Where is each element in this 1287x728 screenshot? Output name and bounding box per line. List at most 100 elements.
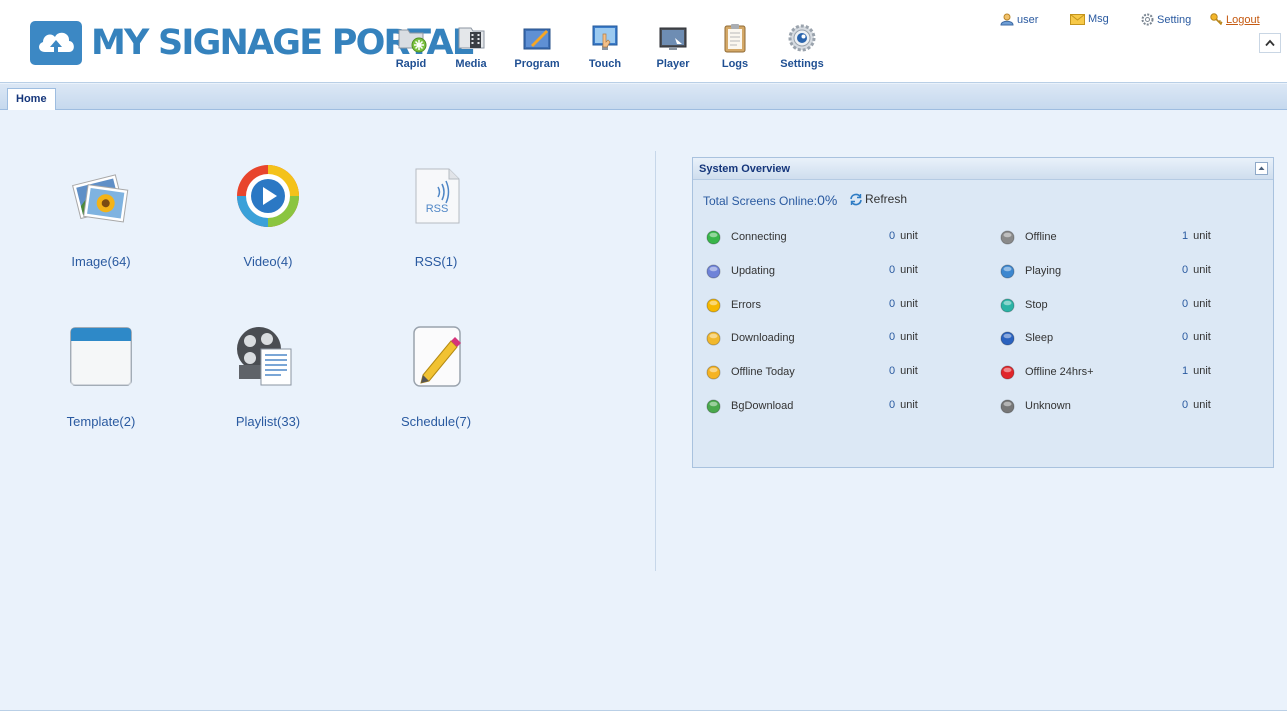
status-label: Downloading: [731, 332, 795, 344]
stop-icon: [1000, 298, 1015, 312]
video-icon: [237, 165, 299, 227]
status-label: Connecting: [731, 231, 787, 243]
vertical-divider: [655, 151, 656, 571]
tab-bar: Home: [0, 84, 1287, 110]
status-count-unit: unit: [1193, 298, 1211, 310]
status-row: Downloading: [706, 330, 795, 346]
status-label: Offline 24hrs+: [1025, 366, 1094, 378]
status-row: Offline 24hrs+: [1000, 364, 1094, 380]
module-grid: Image(64) Video(4) RSS RSS(1) Template(2…: [0, 111, 655, 711]
status-count-unit: unit: [900, 331, 918, 343]
triangle-up-icon: [1258, 166, 1265, 170]
status-label: Stop: [1025, 299, 1048, 311]
image-icon: [72, 174, 129, 223]
panel-header: System Overview: [693, 158, 1273, 180]
status-count: 0 unit: [889, 365, 918, 377]
template-icon: [70, 327, 132, 386]
nav-settings[interactable]: Settings: [770, 20, 834, 74]
offline-icon: [1000, 230, 1015, 244]
nav-player-label: Player: [656, 58, 690, 70]
panel-title: System Overview: [699, 163, 791, 175]
grid-item-rss[interactable]: RSS RSS(1): [376, 161, 496, 269]
nav-rapid-label: Rapid: [395, 58, 427, 70]
nav-touch[interactable]: Touch: [573, 20, 637, 74]
status-count-unit: unit: [900, 365, 918, 377]
collapse-header-button[interactable]: [1259, 33, 1281, 53]
setting-label: Setting: [1157, 13, 1192, 26]
refresh-button[interactable]: Refresh: [849, 192, 907, 206]
status-row: Playing: [1000, 263, 1061, 279]
status-row: Stop: [1000, 297, 1048, 313]
status-label: Sleep: [1025, 332, 1054, 344]
status-count: 0 unit: [889, 298, 918, 310]
grid-item-image[interactable]: Image(64): [41, 161, 161, 269]
logout-label: Logout: [1226, 13, 1260, 26]
status-row: Updating: [706, 263, 775, 279]
screens-online-percent: 0%: [817, 192, 838, 208]
grid-label-video: Video(4): [243, 254, 293, 269]
schedule-icon: [413, 326, 461, 387]
status-count-value: 0: [1182, 399, 1189, 411]
bgdownload-icon: [706, 399, 721, 413]
status-row: Errors: [706, 297, 761, 313]
tab-home[interactable]: Home: [7, 88, 56, 110]
status-count-unit: unit: [900, 298, 918, 310]
status-count: 0 unit: [1182, 298, 1211, 310]
nav-touch-label: Touch: [588, 58, 622, 70]
key-icon: [1210, 13, 1223, 26]
nav-logs[interactable]: Logs: [703, 20, 767, 74]
status-count: 0 unit: [889, 230, 918, 242]
connecting-icon: [706, 230, 721, 244]
grid-label-image: Image(64): [71, 254, 131, 269]
status-count-unit: unit: [900, 230, 918, 242]
status-count: 0 unit: [1182, 331, 1211, 343]
grid-item-schedule[interactable]: Schedule(7): [376, 321, 496, 429]
status-row: Offline Today: [706, 364, 795, 380]
status-count-value: 0: [889, 331, 896, 343]
setting-link[interactable]: Setting: [1141, 13, 1191, 26]
screens-online-label: Total Screens Online:: [703, 194, 818, 208]
player-icon: [659, 27, 687, 50]
grid-item-playlist[interactable]: Playlist(33): [208, 321, 328, 429]
logout-link[interactable]: Logout: [1210, 13, 1260, 26]
status-count-value: 0: [1182, 298, 1189, 310]
nav-media-label: Media: [455, 58, 487, 70]
status-count-value: 1: [1182, 230, 1189, 242]
status-count: 0 unit: [889, 399, 918, 411]
header: MY SIGNAGE PORTAL Rapid Media Program To…: [0, 0, 1287, 83]
logs-icon: [724, 24, 746, 53]
status-label: Errors: [731, 299, 761, 311]
status-row: Sleep: [1000, 330, 1053, 346]
collapse-panel-button[interactable]: [1255, 162, 1268, 175]
status-count-unit: unit: [1193, 399, 1211, 411]
status-count: 0 unit: [889, 331, 918, 343]
refresh-icon: [850, 193, 862, 205]
status-count-unit: unit: [900, 264, 918, 276]
msg-link[interactable]: Msg: [1070, 13, 1109, 25]
status-count-unit: unit: [1193, 331, 1211, 343]
status-count: 1 unit: [1182, 365, 1211, 377]
system-overview-panel: System Overview Total Screens Online:0% …: [692, 157, 1274, 468]
nav-rapid[interactable]: Rapid: [379, 20, 443, 74]
playlist-icon: [237, 327, 292, 386]
screens-online-summary: Total Screens Online:0%: [703, 192, 837, 208]
nav-settings-label: Settings: [780, 58, 824, 70]
status-row: Offline: [1000, 229, 1057, 245]
msg-label: Msg: [1088, 13, 1109, 25]
nav-program[interactable]: Program: [505, 20, 569, 74]
media-icon: [458, 27, 485, 49]
grid-item-video[interactable]: Video(4): [208, 161, 328, 269]
user-link[interactable]: user: [1000, 13, 1038, 26]
status-count-value: 0: [889, 399, 896, 411]
status-count-unit: unit: [1193, 264, 1211, 276]
status-count-unit: unit: [1193, 365, 1211, 377]
grid-item-template[interactable]: Template(2): [41, 321, 161, 429]
nav-player[interactable]: Player: [641, 20, 705, 74]
settings-gear-icon: [788, 24, 816, 52]
status-row: BgDownload: [706, 398, 793, 414]
status-count-unit: unit: [1193, 230, 1211, 242]
nav-logs-label: Logs: [721, 58, 749, 70]
offline-24hrs-icon: [1000, 365, 1015, 379]
refresh-label: Refresh: [865, 192, 908, 206]
nav-media[interactable]: Media: [439, 20, 503, 74]
